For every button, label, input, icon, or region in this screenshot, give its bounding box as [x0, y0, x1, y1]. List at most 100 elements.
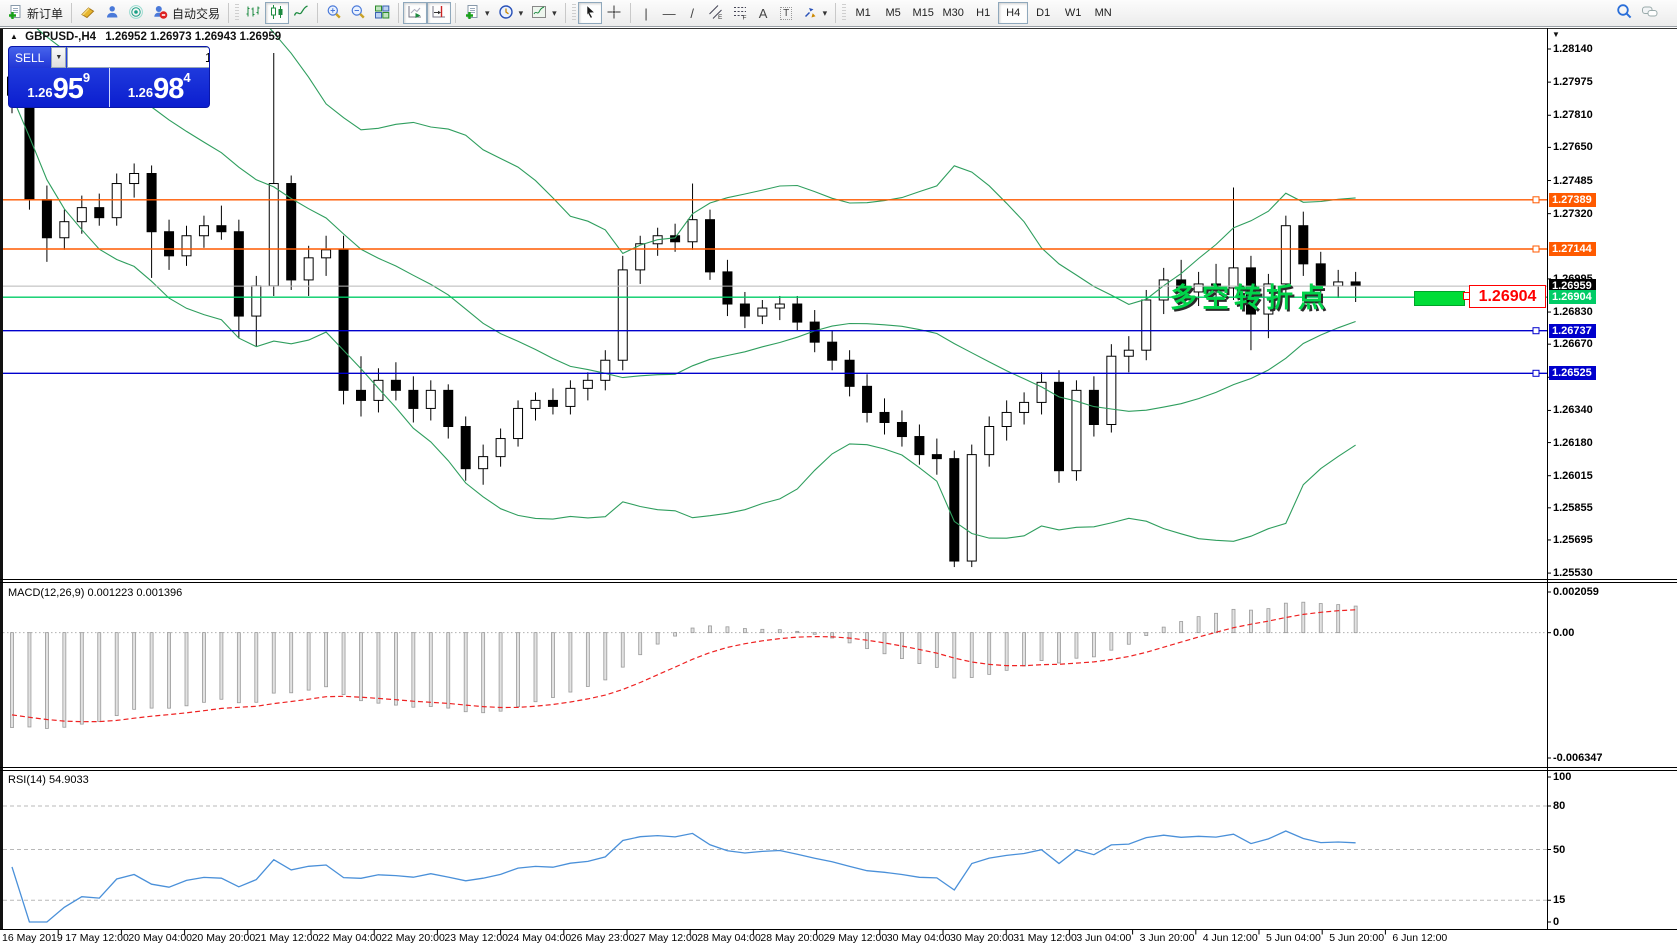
sell-button[interactable]: SELL [9, 47, 50, 68]
macd-bar [1302, 602, 1305, 632]
candle-down [391, 380, 400, 390]
macd-bar [586, 633, 589, 687]
candle-up [566, 388, 575, 406]
signals-button[interactable] [124, 2, 148, 24]
macd-bar [534, 633, 537, 702]
chat-button[interactable] [1637, 2, 1663, 24]
tab-timeframe-M30[interactable]: M30 [938, 2, 968, 24]
indicators-button[interactable]: ▾ [460, 2, 494, 24]
separator [630, 3, 631, 23]
candle-down [25, 95, 34, 199]
periods-button[interactable]: ▾ [494, 2, 528, 24]
macd-label: MACD(12,26,9) 0.001223 0.001396 [8, 587, 182, 599]
buy-price[interactable]: 1.26 98 4 [110, 68, 210, 107]
annotation-price-tag[interactable]: 1.26904 [1469, 285, 1546, 308]
tile-windows-button[interactable] [370, 2, 394, 24]
tile-windows-icon [374, 4, 390, 23]
zoom-out-button[interactable] [346, 2, 370, 24]
templates-button[interactable]: ▾ [527, 2, 561, 24]
tab-timeframe-H1[interactable]: H1 [968, 2, 998, 24]
chart-canvas[interactable] [0, 0, 1677, 947]
macd-bar [1127, 633, 1130, 645]
line-chart-button[interactable] [289, 2, 313, 24]
candle-up [252, 286, 261, 316]
separator [317, 3, 318, 23]
tab-timeframe-M5[interactable]: M5 [878, 2, 908, 24]
macd-bar [1162, 627, 1165, 633]
chevron-down-icon: ▾ [519, 8, 524, 19]
text-button[interactable]: A [752, 2, 775, 24]
cursor-button[interactable] [578, 2, 602, 24]
trendline-button[interactable]: / [681, 2, 704, 24]
annotation-green-box[interactable] [1414, 291, 1465, 306]
macd-bar [1145, 633, 1148, 636]
market-watch-button[interactable] [76, 2, 100, 24]
candle-down [880, 412, 889, 422]
crosshair-button[interactable] [602, 2, 626, 24]
candle-up [1020, 402, 1029, 412]
auto-scroll-button[interactable] [403, 2, 427, 24]
toolbar: 新订单 自动交易 ▾ ▾ ▾ | — / E F A T ▾ M1M5M15M3… [0, 0, 1677, 27]
macd-bar [918, 633, 921, 664]
chart-shift-button[interactable] [427, 2, 451, 24]
hline-icon: — [663, 7, 676, 20]
trade-controls-row: SELL ▼ ▲ BUY [9, 47, 209, 68]
text-label-button[interactable]: T [775, 2, 798, 24]
macd-bar [80, 633, 83, 724]
macd-bar [1005, 633, 1008, 671]
new-order-button[interactable]: 新订单 [3, 2, 67, 24]
vertical-line-button[interactable]: | [635, 2, 658, 24]
macd-bar [499, 633, 502, 712]
candle-up [531, 400, 540, 408]
tab-timeframe-H4[interactable]: H4 [998, 2, 1028, 24]
candle-up [1334, 282, 1343, 286]
collapse-triangle-icon[interactable]: ▲ [10, 32, 18, 41]
macd-bar [28, 633, 31, 727]
arrows-icon [802, 4, 818, 23]
svg-text:F: F [742, 14, 746, 20]
candlestick-chart-button[interactable] [265, 2, 289, 24]
zoom-in-button[interactable] [322, 2, 346, 24]
bollinger-band [12, 0, 1356, 304]
annotation-text[interactable]: 多空转折点 [1170, 276, 1330, 315]
autotrading-button[interactable]: 自动交易 [148, 2, 224, 24]
channel-button[interactable]: E [704, 2, 728, 24]
separator [398, 3, 399, 23]
macd-bar [1232, 609, 1235, 632]
candle-up [618, 270, 627, 360]
separator [455, 3, 456, 23]
tab-timeframe-W1[interactable]: W1 [1058, 2, 1088, 24]
sell-price[interactable]: 1.26 95 9 [9, 68, 109, 107]
candle-up [967, 455, 976, 561]
candle-up [182, 236, 191, 256]
arrows-button[interactable]: ▾ [798, 2, 832, 24]
volume-down-button[interactable]: ▼ [51, 47, 66, 68]
grip [572, 4, 576, 22]
profile-button[interactable] [100, 2, 124, 24]
macd-bar [1110, 633, 1113, 650]
tab-timeframe-D1[interactable]: D1 [1028, 2, 1058, 24]
candle-up [269, 184, 278, 286]
candle-up [688, 220, 697, 242]
candle-up [758, 308, 767, 316]
tab-timeframe-M15[interactable]: M15 [908, 2, 938, 24]
cursor-icon [582, 4, 598, 23]
candle-down [671, 236, 680, 242]
chat-icon [1641, 4, 1659, 23]
person-icon [104, 4, 120, 23]
auto-scroll-icon [407, 4, 423, 23]
candle-down [950, 459, 959, 561]
clock-icon [498, 4, 514, 23]
bar-chart-button[interactable] [241, 2, 265, 24]
candle-up [112, 184, 121, 218]
candle-down [42, 200, 51, 238]
volume-input[interactable] [67, 47, 210, 68]
scale-arrow-icon[interactable]: ▼ [1552, 30, 1560, 39]
tab-timeframe-M1[interactable]: M1 [848, 2, 878, 24]
search-button[interactable] [1612, 2, 1637, 24]
macd-bar [307, 633, 310, 690]
fibonacci-button[interactable]: F [728, 2, 752, 24]
horizontal-line-button[interactable]: — [658, 2, 681, 24]
candle-up [1142, 300, 1151, 350]
tab-timeframe-MN[interactable]: MN [1088, 2, 1118, 24]
